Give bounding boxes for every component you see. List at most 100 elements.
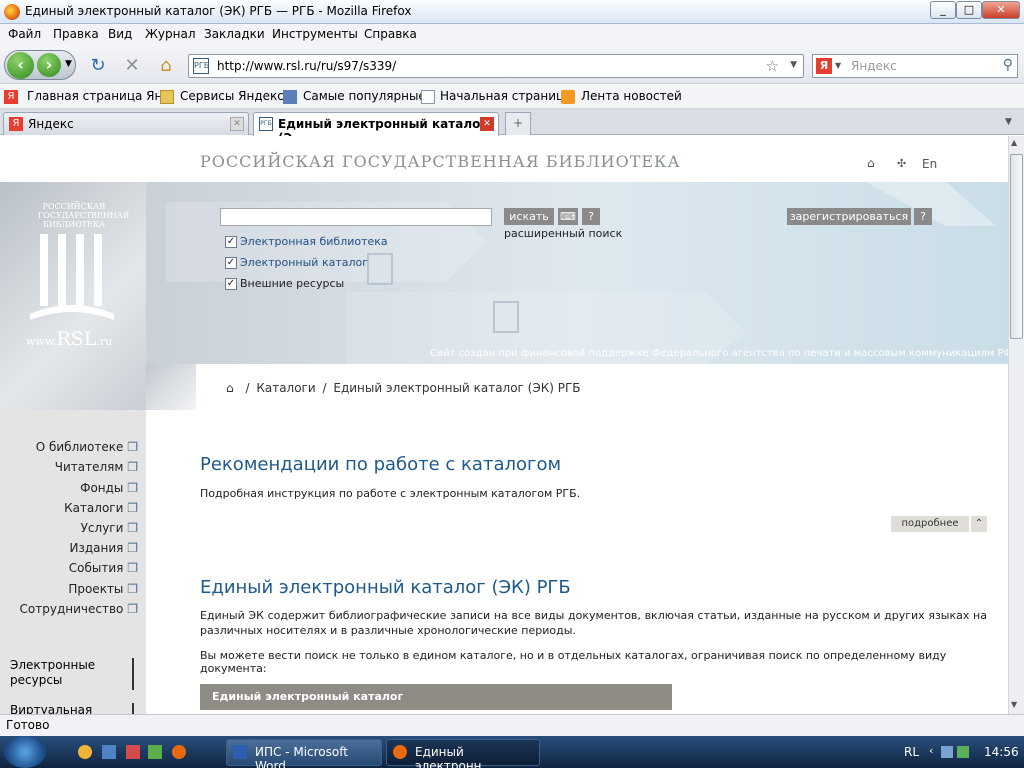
- option-electronic-library[interactable]: Электронная библиотека: [240, 235, 388, 248]
- register-help-button[interactable]: ?: [914, 208, 932, 225]
- history-dropdown-icon[interactable]: ▼: [65, 59, 72, 69]
- nav-item-cooperation[interactable]: Сотрудничество ❐: [20, 602, 138, 616]
- lang-switch-link[interactable]: En: [922, 157, 937, 171]
- option-external-resources[interactable]: Внешние ресурсы: [240, 277, 344, 290]
- page-icon: ❐: [127, 582, 138, 596]
- bookmark-yandex-services[interactable]: Сервисы Яндекса: [180, 89, 291, 103]
- quicklaunch-app-icon[interactable]: [78, 745, 92, 759]
- option-electronic-catalog[interactable]: Электронный каталог: [240, 256, 368, 269]
- reload-icon[interactable]: ↻: [86, 54, 110, 78]
- taskbar-firefox-window[interactable]: Единый электронн...: [386, 739, 540, 773]
- breadcrumb-home-icon[interactable]: ⌂: [226, 381, 234, 395]
- language-indicator[interactable]: RL: [904, 745, 919, 759]
- stop-icon[interactable]: ✕: [120, 54, 144, 78]
- yandex-engine-icon[interactable]: Я: [816, 58, 832, 74]
- nav-item-collections[interactable]: Фонды ❐: [80, 481, 138, 495]
- firefox-icon: [4, 4, 20, 20]
- nav-item-services[interactable]: Услуги ❐: [81, 521, 138, 535]
- tray-expand-icon[interactable]: ‹: [929, 744, 933, 757]
- section-paragraph: Единый ЭК содержит библиографические зап…: [200, 609, 987, 637]
- quicklaunch-app-icon[interactable]: [126, 745, 140, 759]
- nav-item-about[interactable]: О библиотеке ❐: [36, 440, 138, 454]
- tab-close-icon[interactable]: ✕: [480, 117, 494, 131]
- advanced-search-link[interactable]: расширенный поиск: [504, 227, 622, 240]
- bookmark-start-page[interactable]: Начальная страница: [440, 89, 572, 103]
- menu-tools[interactable]: Инструменты: [272, 27, 358, 41]
- page-scrollbar[interactable]: ▲ ▼: [1008, 136, 1024, 714]
- engine-dropdown-icon[interactable]: ▼: [835, 61, 841, 70]
- menu-edit[interactable]: Правка: [53, 27, 99, 41]
- catalog-box-title[interactable]: Единый электронный каталог: [200, 684, 672, 710]
- tab-list-dropdown-icon[interactable]: ▼: [1005, 117, 1012, 127]
- breadcrumb-separator: /: [245, 381, 250, 395]
- bookmark-news-feed[interactable]: Лента новостей: [581, 89, 682, 103]
- scroll-up-icon[interactable]: ▲: [1011, 138, 1017, 147]
- scroll-thumb[interactable]: [1010, 154, 1023, 339]
- sitemap-icon[interactable]: ✣: [897, 157, 906, 170]
- site-search-input[interactable]: [220, 208, 492, 226]
- checkbox-external-resources[interactable]: ✓: [225, 278, 237, 290]
- nav-item-publications[interactable]: Издания ❐: [70, 541, 138, 555]
- collapse-chevron-icon[interactable]: ⌃: [971, 516, 987, 532]
- search-placeholder[interactable]: Яндекс: [851, 59, 897, 73]
- search-magnifier-icon[interactable]: ⚲: [1003, 57, 1013, 73]
- checkbox-electronic-catalog[interactable]: ✓: [225, 257, 237, 269]
- site-search-button[interactable]: искать: [504, 208, 554, 225]
- page-viewport: РОССИЙСКАЯ ГОСУДАРСТВЕННАЯ БИБЛИОТЕКА ⌂ …: [0, 136, 1008, 714]
- tab-close-icon[interactable]: ✕: [230, 117, 244, 131]
- firefox-icon[interactable]: [172, 745, 186, 759]
- left-navigation: О библиотеке ❐ Читателям ❐ Фонды ❐ Катал…: [0, 410, 146, 714]
- bookmark-yandex-home[interactable]: Главная страница Ян...: [27, 89, 174, 103]
- search-box[interactable]: Я ▼ Яндекс ⚲: [812, 54, 1018, 78]
- checkbox-electronic-library[interactable]: ✓: [225, 236, 237, 248]
- more-button[interactable]: подробнее: [891, 516, 969, 532]
- home-icon[interactable]: ⌂: [867, 156, 875, 170]
- tray-app-icon[interactable]: [957, 746, 969, 758]
- clock[interactable]: 14:56: [984, 745, 1019, 759]
- menu-file[interactable]: Файл: [8, 27, 41, 41]
- tray-network-icon[interactable]: [941, 746, 953, 758]
- url-dropdown-icon[interactable]: ▼: [790, 60, 797, 70]
- start-button[interactable]: [4, 736, 46, 768]
- nav-item-readers[interactable]: Читателям ❐: [55, 460, 138, 474]
- nav-item-events[interactable]: События ❐: [69, 561, 138, 575]
- link-virtual[interactable]: Виртуальная: [10, 703, 134, 714]
- search-banner: искать ⌨ ? расширенный поиск ✓ Электронн…: [146, 182, 1008, 364]
- logo-url: www.RSL.ru: [26, 328, 112, 350]
- forward-button[interactable]: ›: [37, 53, 61, 77]
- new-tab-button[interactable]: +: [505, 112, 531, 135]
- search-help-button[interactable]: ?: [582, 208, 600, 225]
- bookmark-popular[interactable]: Самые популярные: [303, 89, 426, 103]
- quicklaunch-app-icon[interactable]: [148, 745, 162, 759]
- breadcrumb-catalogs[interactable]: Каталоги: [256, 381, 315, 395]
- close-window-button[interactable]: ✕: [982, 1, 1020, 19]
- bookmarks-toolbar: Я Главная страница Ян... Сервисы Яндекса…: [0, 85, 1024, 109]
- nav-item-projects[interactable]: Проекты ❐: [68, 582, 138, 596]
- windows-taskbar: ИПС - Microsoft Word Единый электронн...…: [0, 736, 1024, 773]
- menu-help[interactable]: Справка: [364, 27, 417, 41]
- nav-label: О библиотеке: [35, 440, 124, 454]
- keyboard-icon[interactable]: ⌨: [558, 208, 578, 225]
- maximize-button[interactable]: □: [956, 1, 982, 19]
- bookmark-star-icon[interactable]: ☆: [766, 57, 779, 75]
- show-desktop-icon[interactable]: [102, 745, 116, 759]
- menu-bookmarks[interactable]: Закладки: [204, 27, 265, 41]
- nav-item-catalogs[interactable]: Каталоги ❐: [64, 501, 138, 515]
- scroll-down-icon[interactable]: ▼: [1011, 700, 1017, 709]
- tab-rsl-catalog[interactable]: РГБ Единый электронный каталог (Э... ✕: [253, 112, 499, 145]
- url-bar[interactable]: РГБ http://www.rsl.ru/ru/s97/s339/ ☆ ▼: [188, 54, 804, 78]
- menu-view[interactable]: Вид: [108, 27, 132, 41]
- tab-yandex[interactable]: Я Яндекс ✕: [3, 112, 249, 135]
- minimize-button[interactable]: _: [930, 1, 956, 19]
- page-icon: ❐: [127, 481, 138, 495]
- logo-panel: РОССИЙСКАЯ ГОСУДАРСТВЕННАЯ БИБЛИОТЕКА ww…: [0, 182, 146, 410]
- register-button[interactable]: зарегистрироваться: [787, 208, 911, 225]
- back-button[interactable]: ‹: [7, 52, 34, 79]
- link-electronic-resources[interactable]: Электронные ресурсы: [10, 658, 134, 690]
- home-icon[interactable]: ⌂: [154, 54, 178, 78]
- navigation-toolbar: ‹ › ▼ ↻ ✕ ⌂ РГБ http://www.rsl.ru/ru/s97…: [0, 46, 1024, 84]
- taskbar-word-window[interactable]: ИПС - Microsoft Word: [226, 739, 382, 773]
- url-text[interactable]: http://www.rsl.ru/ru/s97/s339/: [217, 59, 396, 73]
- menu-history[interactable]: Журнал: [145, 27, 196, 41]
- taskbar-item-label: ИПС - Microsoft Word: [255, 745, 348, 773]
